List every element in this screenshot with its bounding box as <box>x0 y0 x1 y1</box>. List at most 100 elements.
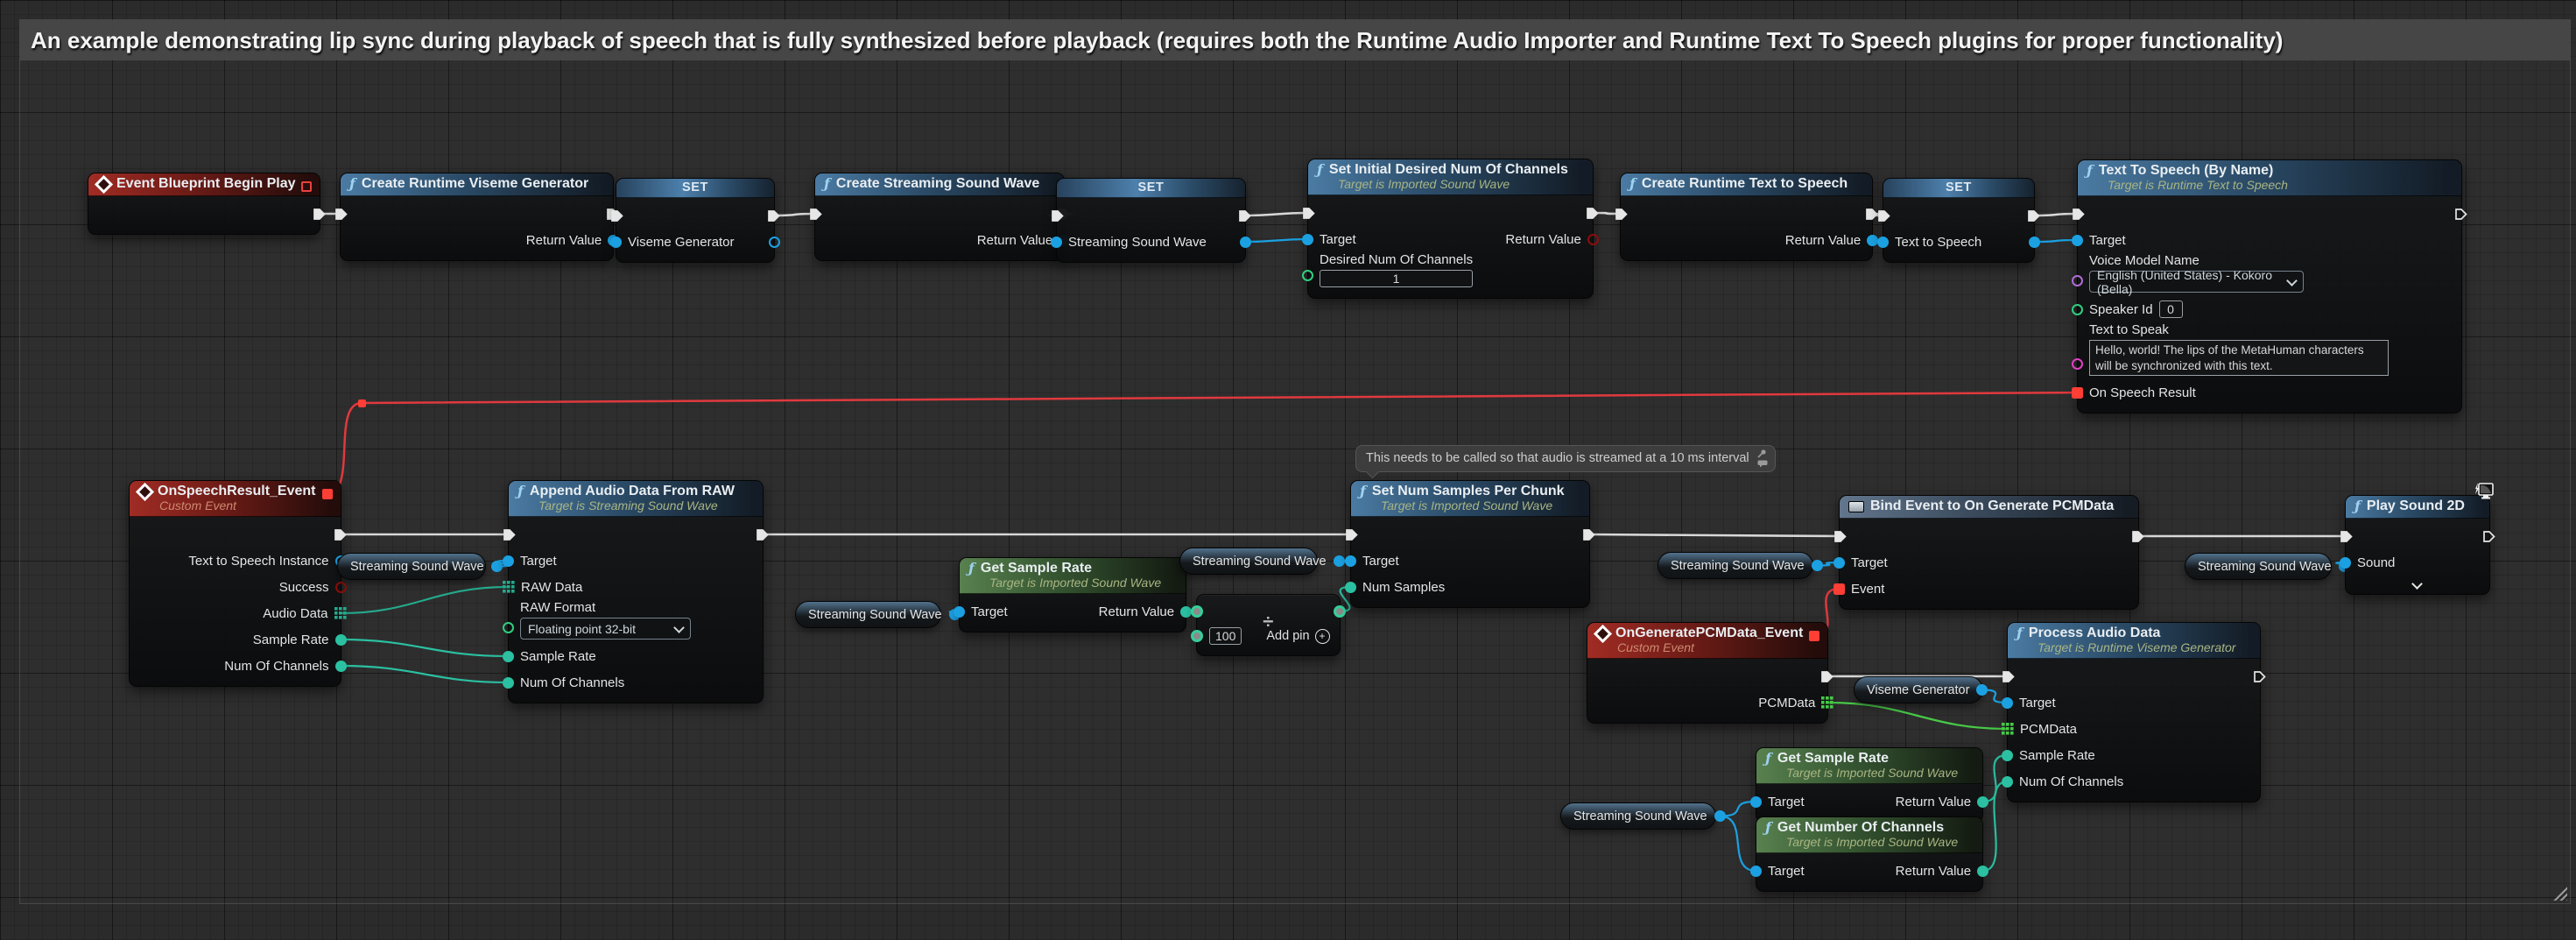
event-pin[interactable] <box>1833 583 1845 595</box>
value-input[interactable]: 100 <box>1209 627 1242 645</box>
success-pin[interactable] <box>335 582 347 593</box>
execin-pin[interactable] <box>1877 209 1890 223</box>
node-app[interactable]: ƒAppend Audio Data From RAWTarget is Str… <box>508 480 764 703</box>
value-input[interactable]: 1 <box>1320 270 1473 287</box>
execin-pin[interactable] <box>610 209 623 223</box>
out-pin[interactable] <box>2029 237 2040 248</box>
b-pin[interactable] <box>1191 630 1203 642</box>
node-crv[interactable]: ƒCreate Runtime Viseme GeneratorReturn V… <box>340 173 614 261</box>
execout-pin[interactable] <box>2482 530 2495 543</box>
node-bp[interactable]: Event Blueprint Begin Play <box>88 173 320 235</box>
node-crt[interactable]: ƒCreate Runtime Text to SpeechReturn Val… <box>1620 173 1873 261</box>
target-pin[interactable] <box>1345 555 1356 567</box>
exec-pin[interactable] <box>1820 670 1833 683</box>
exec-pin[interactable] <box>313 208 326 221</box>
return-value-pin[interactable] <box>1977 796 1988 808</box>
execout-pin[interactable] <box>1582 528 1595 541</box>
return-value-pin[interactable] <box>1587 234 1599 245</box>
speaker-id-pin[interactable] <box>2072 304 2083 315</box>
variable-getter-pvg[interactable]: Viseme Generator <box>1854 676 1983 703</box>
comment-resize-handle[interactable] <box>2552 886 2567 901</box>
sample-rate-pin[interactable] <box>503 651 514 662</box>
streaming-sound-wave-pin[interactable] <box>1051 237 1062 248</box>
node-sidc[interactable]: ƒSet Initial Desired Num Of ChannelsTarg… <box>1307 159 1594 299</box>
execout-pin[interactable] <box>2454 208 2467 221</box>
node-div[interactable]: 100Add pin+÷ <box>1196 594 1341 656</box>
out-pin[interactable] <box>1334 555 1345 567</box>
desired-num-of-channels-pin[interactable] <box>1302 270 1313 281</box>
blueprint-graph-canvas[interactable]: An example demonstrating lip sync during… <box>0 0 2576 940</box>
out-pin[interactable] <box>491 561 503 572</box>
target-pin[interactable] <box>2002 697 2013 709</box>
execout-pin[interactable] <box>2027 209 2040 223</box>
node-gnc[interactable]: ƒGet Number Of ChannelsTarget is Importe… <box>1756 816 1983 892</box>
delegate-pin[interactable] <box>1809 631 1819 641</box>
out-pin[interactable] <box>1714 810 1726 822</box>
target-pin[interactable] <box>503 555 514 567</box>
text-to-speak-pin[interactable] <box>2072 358 2083 370</box>
variable-getter-p5[interactable]: Streaming Sound Wave <box>1560 802 1716 830</box>
variable-getter-p6[interactable]: Streaming Sound Wave <box>2185 553 2332 580</box>
on-speech-result-pin[interactable] <box>2072 387 2083 399</box>
execin-pin[interactable] <box>334 208 348 221</box>
text-to-speech-pin[interactable] <box>1877 237 1889 248</box>
variable-getter-p3[interactable]: Streaming Sound Wave <box>1179 548 1318 575</box>
sound-pin[interactable] <box>2340 557 2351 569</box>
pcmdata-pin[interactable] <box>1821 696 1833 709</box>
comment-title[interactable]: An example demonstrating lip sync during… <box>20 20 2570 60</box>
exec-pin[interactable] <box>334 528 347 541</box>
execout-pin[interactable] <box>767 209 780 223</box>
node-sett[interactable]: SETText to Speech <box>1883 178 2035 263</box>
execout-pin[interactable] <box>1238 209 1251 223</box>
voice-model-name-pin[interactable] <box>2072 275 2083 286</box>
node-gsr2[interactable]: ƒGet Sample RateTarget is Imported Sound… <box>1756 747 1983 823</box>
add-pin-button[interactable]: Add pin+ <box>1266 629 1329 644</box>
num-of-channels-pin[interactable] <box>503 677 514 689</box>
out-pin[interactable] <box>1334 605 1346 618</box>
execin-pin[interactable] <box>2002 670 2015 683</box>
delegate-pin[interactable] <box>322 489 333 499</box>
variable-getter-p4[interactable]: Streaming Sound Wave <box>1658 552 1813 579</box>
sample-rate-pin[interactable] <box>335 634 347 646</box>
node-csw[interactable]: ƒCreate Streaming Sound WaveReturn Value <box>814 173 1065 261</box>
execin-pin[interactable] <box>1302 207 1315 220</box>
raw-data-pin[interactable] <box>503 581 515 593</box>
raw-format-pin[interactable] <box>503 622 514 633</box>
node-bind[interactable]: Bind Event to On Generate PCMDataTargetE… <box>1839 495 2139 610</box>
target-pin[interactable] <box>1750 866 1762 877</box>
sample-rate-pin[interactable] <box>2002 750 2013 761</box>
execin-pin[interactable] <box>1833 530 1847 543</box>
dropdown[interactable]: Floating point 32-bit <box>520 618 691 640</box>
variable-getter-p2[interactable]: Streaming Sound Wave <box>795 601 941 628</box>
execin-pin[interactable] <box>2340 530 2353 543</box>
execin-pin[interactable] <box>809 208 822 221</box>
node-gsr1[interactable]: ƒGet Sample RateTarget is Imported Sound… <box>959 557 1186 633</box>
node-osr[interactable]: OnSpeechResult_EventCustom EventText to … <box>129 480 341 687</box>
execout-pin[interactable] <box>2253 670 2266 683</box>
execin-pin[interactable] <box>2072 208 2085 221</box>
node-setw[interactable]: SETStreaming Sound Wave <box>1056 178 1246 263</box>
viseme-generator-pin[interactable] <box>610 237 622 248</box>
num-samples-pin[interactable] <box>1345 582 1356 593</box>
text-input[interactable]: Hello, world! The lips of the MetaHuman … <box>2089 340 2389 376</box>
node-setv[interactable]: SETViseme Generator <box>616 178 775 263</box>
execin-pin[interactable] <box>1345 528 1358 541</box>
variable-getter-p1[interactable]: Streaming Sound Wave <box>337 553 486 580</box>
execin-pin[interactable] <box>503 528 516 541</box>
target-pin[interactable] <box>1750 796 1762 808</box>
target-pin[interactable] <box>954 606 965 618</box>
execout-pin[interactable] <box>1865 208 1878 221</box>
execout-pin[interactable] <box>756 528 769 541</box>
delegate-pin[interactable] <box>301 181 312 192</box>
target-pin[interactable] <box>1833 557 1845 569</box>
target-pin[interactable] <box>2072 235 2083 246</box>
dropdown[interactable]: English (United States) - Kokoro (Bella) <box>2089 271 2304 293</box>
out-pin[interactable] <box>769 237 780 248</box>
out-pin[interactable] <box>1240 237 1251 248</box>
reroute-node[interactable] <box>358 399 366 407</box>
execin-pin[interactable] <box>1051 209 1064 223</box>
node-pad[interactable]: ƒProcess Audio DataTarget is Runtime Vis… <box>2007 622 2261 802</box>
node-ps2[interactable]: ƒPlay Sound 2DSound <box>2345 495 2490 595</box>
a-pin[interactable] <box>1191 605 1203 618</box>
num-of-channels-pin[interactable] <box>335 661 347 672</box>
